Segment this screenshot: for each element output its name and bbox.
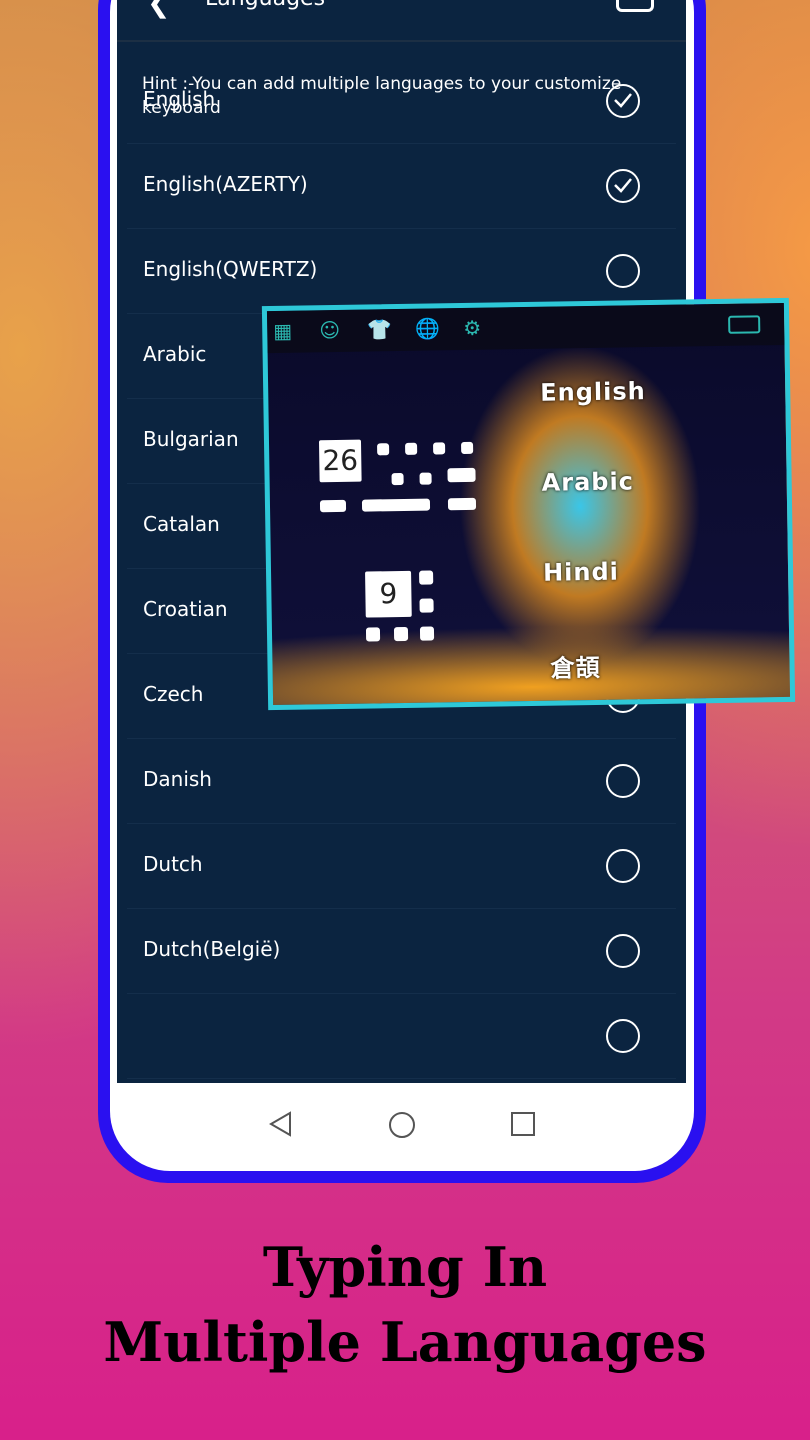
keyboard-icon[interactable] [616,0,654,12]
checked-circle-icon[interactable] [606,84,640,118]
emoji-icon: ☺ [319,317,341,343]
key [377,443,390,456]
language-label: Czech [143,682,204,706]
gear-icon: ⚙ [463,315,482,341]
key [433,442,446,455]
layout-26-key: 26 [318,439,362,483]
key [319,499,347,513]
nav-recents-icon[interactable] [510,1111,536,1141]
language-label: English(AZERTY) [143,172,308,196]
apps-icon: ▦ [273,318,293,343]
language-label: Catalan [143,512,220,536]
unchecked-circle-icon[interactable] [606,1019,640,1053]
app-header: ❮ Languages [117,0,686,42]
language-row[interactable]: English(AZERTY) [127,144,676,229]
keyboard-toolbar: ▦ ☺ 👕 🌐 ⚙ [266,302,785,354]
language-row[interactable]: Dutch(België) [127,909,676,994]
language-label: Dutch [143,852,203,876]
key [419,626,435,641]
language-row[interactable]: Danish [127,739,676,824]
checked-circle-icon[interactable] [606,169,640,203]
key [419,598,434,613]
promo-headline-line1: Typing In [262,1235,548,1299]
preview-language-cangjie: 倉頡 [550,653,601,683]
key [419,472,432,485]
unchecked-circle-icon[interactable] [606,849,640,883]
key [391,472,404,486]
globe-icon: 🌐 [415,316,441,341]
language-label: English(QWERTZ) [143,257,318,281]
space-key [361,498,431,512]
key [419,570,434,585]
language-label: Croatian [143,597,228,621]
keyboard-icon [728,315,761,334]
unchecked-circle-icon[interactable] [606,934,640,968]
language-label: Dutch(België) [143,937,281,961]
unchecked-circle-icon[interactable] [606,254,640,288]
key [447,497,477,511]
preview-language-english: English [540,377,646,407]
language-row[interactable]: Dutch [127,824,676,909]
language-row[interactable]: English [127,59,676,144]
key [365,627,381,642]
back-icon[interactable]: ❮ [147,0,170,19]
system-nav-bar [110,1095,694,1155]
page-title: Languages [205,0,325,11]
nav-back-icon[interactable] [268,1111,294,1141]
preview-language-arabic: Arabic [541,467,635,497]
preview-language-hindi: Hindi [542,557,620,587]
language-label: Arabic [143,342,207,366]
layout-9-key: 9 [365,570,412,618]
key [405,442,418,455]
language-row[interactable] [127,994,676,1079]
nav-home-icon[interactable] [388,1111,416,1143]
language-label: Danish [143,767,212,791]
theme-shirt-icon: 👕 [367,317,393,342]
keyboard-theme-preview: ▦ ☺ 👕 🌐 ⚙ 26 9 English Arabic Hindi 倉頡 [261,297,796,711]
language-label: Bulgarian [143,427,239,451]
language-label: English [143,87,216,111]
key [447,467,476,483]
key [393,626,409,642]
promo-headline-line2: Multiple Languages [103,1310,707,1374]
unchecked-circle-icon[interactable] [606,764,640,798]
key [461,441,474,455]
